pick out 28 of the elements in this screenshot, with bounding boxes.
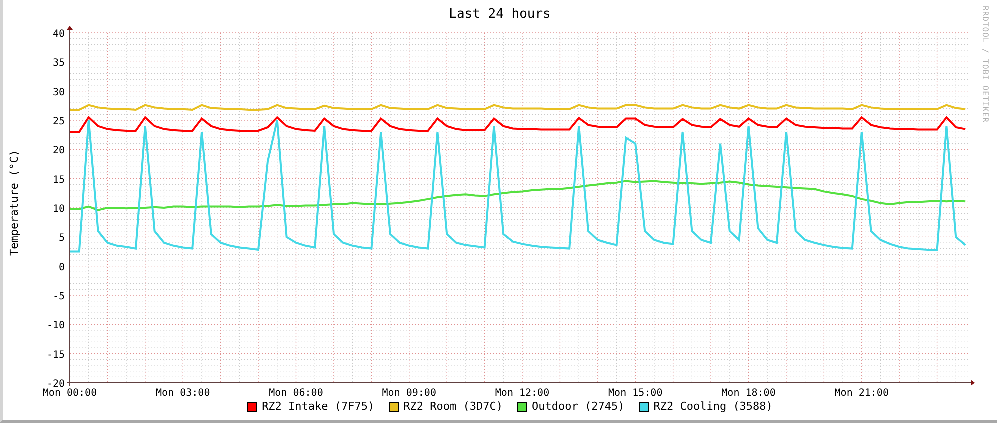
- axis-label: -15: [46, 350, 65, 361]
- axis-label: Mon 18:00: [722, 388, 776, 398]
- axis-title: Temperature (°C): [8, 150, 21, 256]
- axis-label: -20: [46, 379, 65, 390]
- axis-label: Mon 00:00: [42, 388, 98, 398]
- axis-label: 35: [52, 58, 65, 70]
- legend-label: Outdoor (2745): [532, 400, 625, 413]
- axis-label: Mon 15:00: [608, 388, 663, 398]
- axis-label: Mon 12:00: [495, 388, 550, 398]
- axis-label: 30: [52, 87, 65, 98]
- legend-label: RZ2 Intake (7F75): [262, 400, 375, 413]
- axis-label: 40: [52, 29, 65, 40]
- axis-label: Mon 06:00: [269, 388, 324, 398]
- axis-label: 20: [52, 146, 65, 157]
- axis-label: Mon 09:00: [382, 388, 436, 398]
- axis-label: 5: [58, 233, 65, 244]
- axis-label: 10: [52, 204, 65, 215]
- legend-label: RZ2 Cooling (3588): [654, 400, 773, 413]
- axis-label: -10: [46, 320, 65, 332]
- credit-text: RRDTOOL / TOBI OETIKER: [981, 5, 990, 123]
- axis-label: 25: [52, 116, 65, 128]
- axis-label: 0: [58, 262, 65, 274]
- chart-title: Last 24 hours: [449, 7, 551, 22]
- axis-label: Mon 03:00: [156, 388, 210, 398]
- legend-label: RZ2 Room (3D7C): [404, 400, 503, 413]
- axis-label: 15: [52, 174, 65, 186]
- axis-label: -5: [52, 292, 65, 302]
- axis-label: Mon 21:00: [834, 388, 889, 398]
